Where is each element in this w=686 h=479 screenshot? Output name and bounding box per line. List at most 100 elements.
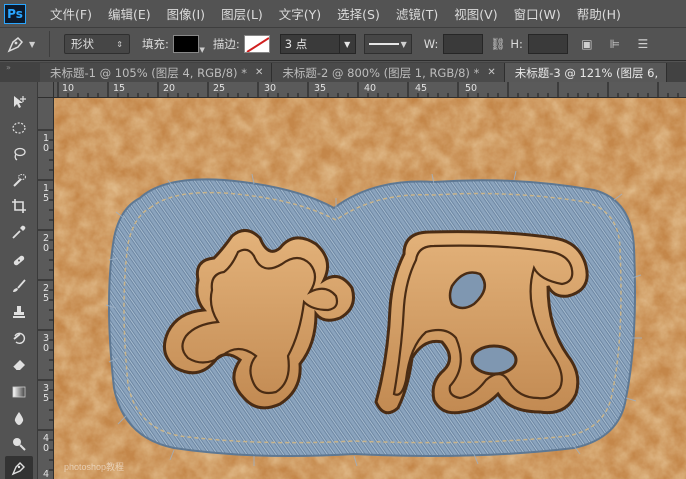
- stroke-size-value: 3 点: [284, 37, 308, 51]
- eyedropper-tool[interactable]: [5, 220, 33, 244]
- pen-icon: [11, 462, 25, 476]
- dodge-icon: [13, 438, 26, 451]
- chevron-down-icon: ▼: [199, 46, 205, 54]
- crop-icon: [12, 199, 26, 213]
- clone-stamp-icon: [13, 306, 25, 318]
- lasso-icon: [14, 147, 26, 161]
- path-arrangement-icon[interactable]: ☰: [634, 35, 652, 53]
- history-brush-tool[interactable]: [5, 326, 33, 350]
- chevron-down-icon: ▼: [400, 39, 407, 49]
- ruler-label: 3 0: [42, 333, 50, 354]
- ruler-label: 2 5: [42, 283, 50, 304]
- quick-select-icon: [13, 174, 26, 187]
- stroke-type-select[interactable]: ▼: [363, 34, 412, 54]
- stroke-size-field[interactable]: 3 点 ▼: [279, 34, 356, 54]
- tab-label: 未标题-2 @ 800% (图层 1, RGB/8) *: [282, 65, 480, 80]
- ruler-label: 4 0: [42, 433, 50, 454]
- tab-document-2[interactable]: 未标题-2 @ 800% (图层 1, RGB/8) * ✕: [272, 63, 505, 82]
- ruler-label: 30: [264, 83, 277, 94]
- options-bar: ▼ 形状 ⇕ 填充: ▼ 描边: 3 点 ▼ ▼ W: ⛓ H: ▣ ⊫ ☰: [0, 27, 686, 61]
- pen-tool[interactable]: [5, 456, 33, 479]
- ruler-label: 1 5: [42, 183, 50, 204]
- lasso-tool[interactable]: [5, 142, 33, 166]
- ruler-label: 40: [364, 83, 377, 94]
- fill-label: 填充:: [142, 37, 169, 51]
- tool-mode-select[interactable]: 形状 ⇕: [64, 34, 130, 54]
- ruler-label: 35: [314, 83, 327, 94]
- tab-document-1[interactable]: 未标题-1 @ 105% (图层 4, RGB/8) * ✕: [40, 63, 273, 82]
- brush-icon: [13, 279, 26, 292]
- panel-grip-icon[interactable]: »: [0, 62, 40, 82]
- no-color-slash-icon: [246, 37, 269, 52]
- horizontal-ruler: 10 15 20 25 30 35 40 45 50: [38, 82, 686, 98]
- ruler-label: 25: [213, 83, 226, 94]
- crop-tool[interactable]: [5, 194, 33, 218]
- menu-image[interactable]: 图像(I): [159, 4, 213, 23]
- brush-tool[interactable]: [5, 274, 33, 298]
- menu-bar: Ps 文件(F) 编辑(E) 图像(I) 图层(L) 文字(Y) 选择(S) 滤…: [0, 0, 686, 27]
- ruler-label: 2 0: [42, 233, 50, 254]
- history-brush-icon: [13, 332, 26, 345]
- watermark-text: photoshop教程: [64, 461, 124, 472]
- solid-line-icon: [368, 43, 399, 45]
- stroke-color-swatch[interactable]: [243, 35, 270, 53]
- healing-brush-tool[interactable]: [5, 248, 33, 272]
- dodge-tool[interactable]: [5, 432, 33, 456]
- ruler-label: 50: [465, 83, 478, 94]
- ruler-label: 1 0: [42, 133, 50, 154]
- move-tool[interactable]: [5, 90, 33, 114]
- eraser-tool[interactable]: [5, 352, 33, 376]
- tab-document-3[interactable]: 未标题-3 @ 121% (图层 6,: [504, 63, 668, 82]
- ruler-origin[interactable]: [38, 82, 54, 98]
- pen-icon: [7, 36, 24, 53]
- blur-tool[interactable]: [5, 406, 33, 430]
- ruler-ticks: [57, 82, 679, 97]
- artwork: photoshop教程: [54, 98, 686, 479]
- ruler-label: 10: [62, 83, 75, 94]
- chevron-down-icon: ▼: [29, 39, 36, 49]
- close-icon[interactable]: ✕: [255, 67, 263, 78]
- document-tab-bar: » 未标题-1 @ 105% (图层 4, RGB/8) * ✕ 未标题-2 @…: [0, 62, 686, 82]
- tool-mode-value: 形状: [71, 37, 94, 51]
- ruler-label: 45: [415, 83, 428, 94]
- width-field[interactable]: [443, 34, 484, 54]
- menu-window[interactable]: 窗口(W): [506, 4, 569, 23]
- photoshop-logo: Ps: [4, 3, 26, 24]
- menu-edit[interactable]: 编辑(E): [100, 4, 159, 23]
- move-icon: [14, 96, 26, 108]
- marquee-tool[interactable]: [5, 116, 33, 140]
- document-canvas[interactable]: photoshop教程: [54, 98, 686, 479]
- path-operations-icon[interactable]: ▣: [578, 35, 596, 53]
- eyedropper-icon: [12, 225, 26, 239]
- eraser-icon: [12, 360, 25, 371]
- clone-stamp-tool[interactable]: [5, 300, 33, 324]
- tab-label: 未标题-3 @ 121% (图层 6,: [514, 65, 659, 80]
- gradient-tool[interactable]: [5, 380, 33, 404]
- menu-help[interactable]: 帮助(H): [569, 4, 629, 23]
- blur-icon: [14, 412, 24, 425]
- ruler-label: 3 5: [42, 383, 50, 404]
- link-icon[interactable]: ⛓: [490, 37, 506, 51]
- tool-preset-picker[interactable]: ▼: [6, 31, 50, 57]
- healing-brush-icon: [13, 255, 25, 266]
- menu-type[interactable]: 文字(Y): [271, 4, 329, 23]
- updown-arrow-icon: ⇕: [116, 39, 123, 49]
- menu-items: 文件(F) 编辑(E) 图像(I) 图层(L) 文字(Y) 选择(S) 滤镜(T…: [42, 4, 629, 23]
- ruler-label: 20: [163, 83, 176, 94]
- menu-view[interactable]: 视图(V): [446, 4, 505, 23]
- vertical-ruler: 1 0 1 5 2 0 2 5 3 0 3 5 4 0 4 5: [38, 98, 54, 479]
- menu-filter[interactable]: 滤镜(T): [388, 4, 446, 23]
- path-alignment-icon[interactable]: ⊫: [606, 35, 624, 53]
- toolbox: [0, 82, 38, 479]
- quick-select-tool[interactable]: [5, 168, 33, 192]
- height-field[interactable]: [527, 34, 568, 54]
- menu-file[interactable]: 文件(F): [42, 4, 100, 23]
- width-label: W:: [423, 37, 439, 51]
- ruler-label: 4 5: [42, 469, 50, 479]
- menu-select[interactable]: 选择(S): [329, 4, 388, 23]
- marquee-ellipse-icon: [12, 122, 26, 134]
- fill-color-swatch[interactable]: ▼: [172, 35, 205, 54]
- close-icon[interactable]: ✕: [487, 67, 495, 78]
- chevron-down-icon[interactable]: ▼: [338, 35, 355, 53]
- menu-layer[interactable]: 图层(L): [213, 4, 271, 23]
